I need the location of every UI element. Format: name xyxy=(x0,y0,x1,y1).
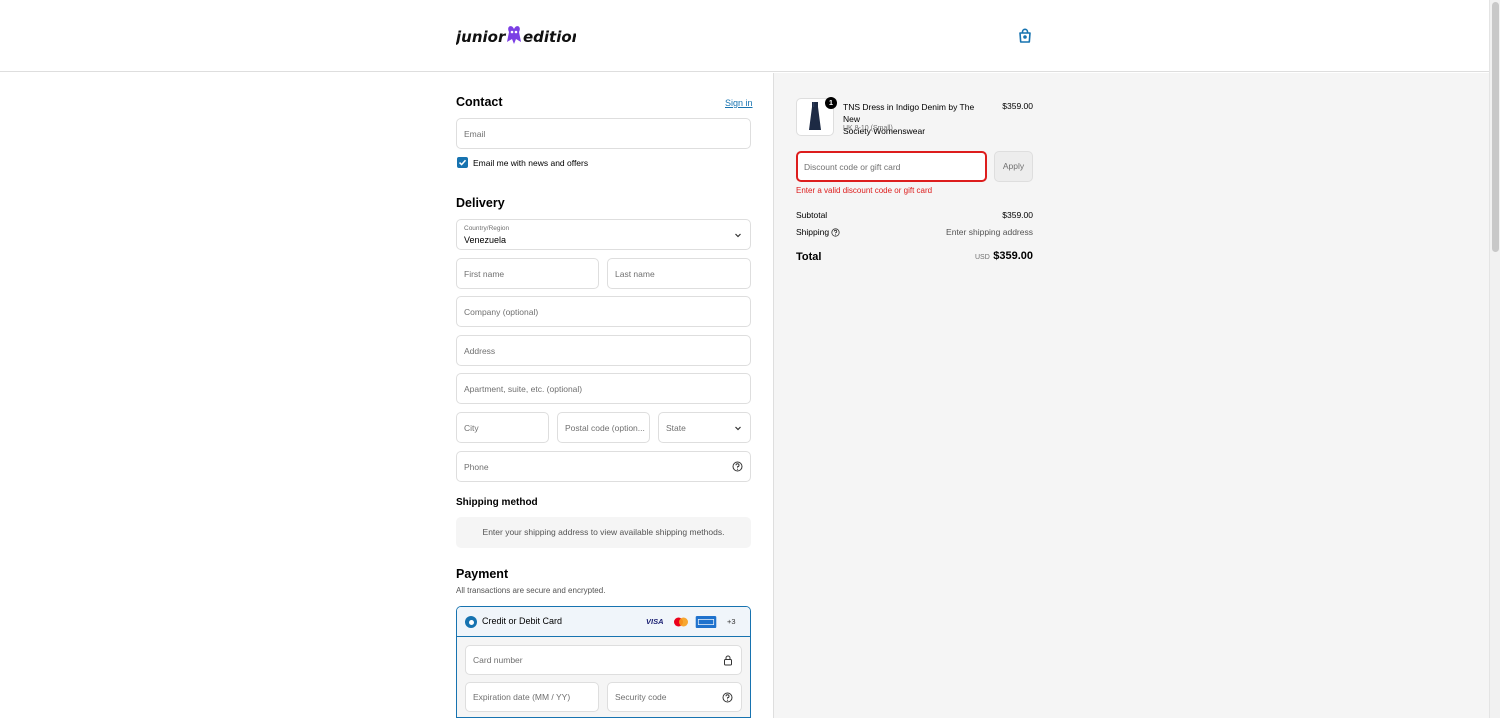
total-currency: USD xyxy=(975,254,990,261)
address-input[interactable]: Address xyxy=(456,335,751,366)
expiration-placeholder: Expiration date (MM / YY) xyxy=(473,692,571,702)
apartment-input[interactable]: Apartment, suite, etc. (optional) xyxy=(456,373,751,404)
newsletter-label[interactable]: Email me with news and offers xyxy=(473,158,588,168)
discount-code-input[interactable]: Discount code or gift card xyxy=(796,151,987,182)
subtotal-label: Subtotal xyxy=(796,210,828,220)
contact-heading: Contact xyxy=(456,95,503,109)
first-name-input[interactable]: First name xyxy=(456,258,599,289)
company-input[interactable]: Company (optional) xyxy=(456,296,751,327)
phone-placeholder: Phone xyxy=(464,461,489,472)
country-label: Country/Region xyxy=(464,225,510,232)
company-placeholder: Company (optional) xyxy=(464,306,539,317)
credit-card-radio[interactable] xyxy=(465,616,477,628)
chevron-down-icon xyxy=(735,426,741,430)
help-circle-icon[interactable] xyxy=(732,461,743,472)
security-code-input[interactable]: Security code xyxy=(607,682,742,712)
delivery-heading: Delivery xyxy=(456,196,505,210)
card-number-placeholder: Card number xyxy=(473,655,523,665)
apply-discount-button[interactable]: Apply xyxy=(994,151,1033,182)
address-placeholder: Address xyxy=(464,345,496,356)
card-fields: Card number Expiration date (MM / YY) Se… xyxy=(457,637,750,717)
product-name-line1: TNS Dress in Indigo Denim by The New xyxy=(843,102,975,124)
city-input[interactable]: City xyxy=(456,412,549,443)
payment-heading: Payment xyxy=(456,567,509,581)
country-select[interactable]: Country/Region Venezuela xyxy=(456,219,751,250)
expiration-date-input[interactable]: Expiration date (MM / YY) xyxy=(465,682,599,712)
payment-subtitle: All transactions are secure and encrypte… xyxy=(456,586,606,595)
help-circle-icon[interactable] xyxy=(831,228,840,237)
more-cards-count: +3 xyxy=(727,617,736,626)
visa-icon: VISA xyxy=(646,617,664,626)
discount-placeholder: Discount code or gift card xyxy=(804,161,901,172)
logo-text-left: junior xyxy=(456,28,507,46)
lock-icon xyxy=(724,655,732,666)
header: junior edition xyxy=(0,0,1489,72)
payment-method-card: Credit or Debit Card VISA +3 Card number… xyxy=(456,606,751,718)
last-name-input[interactable]: Last name xyxy=(607,258,751,289)
first-name-placeholder: First name xyxy=(464,268,505,279)
shipping-method-notice: Enter your shipping address to view avai… xyxy=(456,517,751,548)
sign-in-link[interactable]: Sign in xyxy=(725,98,753,108)
amex-icon xyxy=(695,616,717,628)
postal-code-placeholder: Postal code (option... xyxy=(565,422,645,433)
shipping-label: Shipping xyxy=(796,227,830,237)
chevron-down-icon xyxy=(735,233,741,237)
scrollbar-thumb[interactable] xyxy=(1492,2,1499,252)
logo-mark-icon: junior edition xyxy=(454,26,582,46)
page-scrollbar[interactable] xyxy=(1489,0,1500,718)
state-select[interactable]: State xyxy=(658,412,751,443)
country-value: Venezuela xyxy=(464,235,507,245)
mastercard-icon xyxy=(674,617,688,627)
total-label: Total xyxy=(796,251,822,263)
help-circle-icon[interactable] xyxy=(722,692,733,703)
last-name-placeholder: Last name xyxy=(615,268,655,279)
total-value: $359.00 xyxy=(993,250,1033,262)
product-variant: UK 8-10 (Small) xyxy=(843,125,893,132)
subtotal-value: $359.00 xyxy=(1002,210,1033,220)
checkmark-icon xyxy=(458,159,467,166)
shipping-value: Enter shipping address xyxy=(946,227,1033,237)
postal-code-input[interactable]: Postal code (option... xyxy=(557,412,650,443)
email-input[interactable]: Email xyxy=(456,118,751,149)
newsletter-checkbox[interactable] xyxy=(457,157,468,168)
apartment-placeholder: Apartment, suite, etc. (optional) xyxy=(464,383,583,394)
quantity-badge: 1 xyxy=(825,97,837,109)
card-number-input[interactable]: Card number xyxy=(465,645,742,675)
city-placeholder: City xyxy=(464,422,479,433)
email-placeholder: Email xyxy=(464,128,486,139)
credit-card-option[interactable]: Credit or Debit Card VISA +3 xyxy=(457,607,750,637)
cart-button[interactable] xyxy=(1016,27,1034,45)
shopping-bag-icon xyxy=(1019,28,1031,43)
discount-error-message: Enter a valid discount code or gift card xyxy=(796,186,933,195)
security-code-placeholder: Security code xyxy=(615,692,667,702)
state-placeholder: State xyxy=(666,422,686,433)
credit-card-label: Credit or Debit Card xyxy=(482,616,563,626)
shipping-method-heading: Shipping method xyxy=(456,497,538,508)
phone-input[interactable]: Phone xyxy=(456,451,751,482)
logo-text-right: edition xyxy=(523,28,576,46)
brand-logo[interactable]: junior edition xyxy=(454,22,582,50)
product-price: $359.00 xyxy=(1002,101,1033,111)
